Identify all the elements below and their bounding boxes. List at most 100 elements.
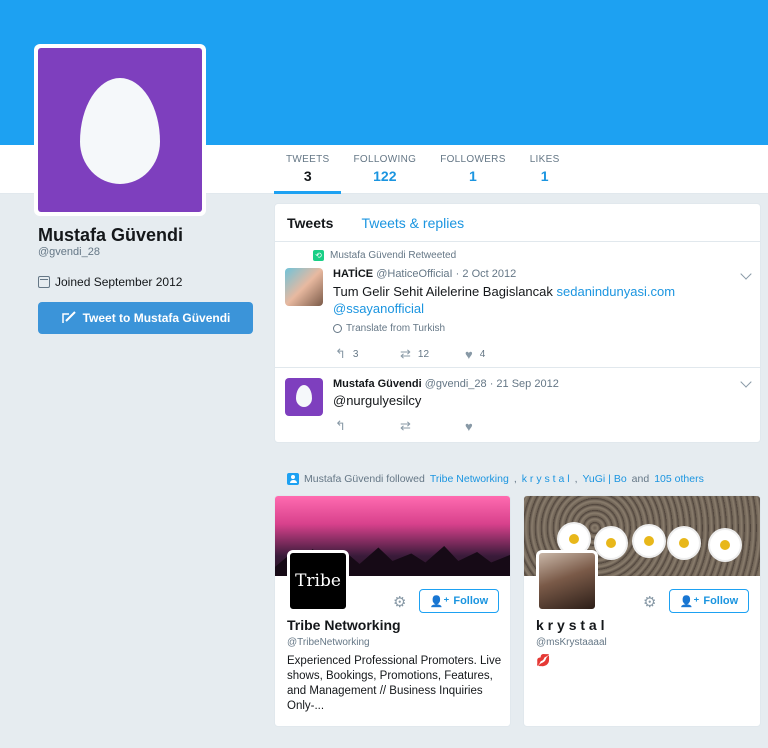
card-name[interactable]: k r y s t a l [536, 617, 604, 633]
joined-text: Joined September 2012 [55, 275, 183, 289]
tweet-link[interactable]: sedanindunyasi.com [557, 284, 676, 299]
tweet-date[interactable]: 2 Oct 2012 [462, 268, 516, 280]
add-user-icon: 👤⁺ [679, 595, 700, 608]
tweet-actions: ↰ 3 ⇄ 12 ♥ 4 [335, 346, 530, 362]
followed-link[interactable]: YuGi | Bo [583, 473, 627, 485]
tweet-author-name[interactable]: HATİCE [333, 268, 373, 280]
follow-label: Follow [703, 595, 739, 607]
retweet-button[interactable]: ⇄ [400, 418, 465, 434]
tab-tweets[interactable]: Tweets [287, 215, 333, 231]
profile-name[interactable]: Mustafa Güvendi [38, 225, 183, 246]
followed-summary: Mustafa Güvendi followed Tribe Networkin… [287, 473, 704, 485]
card-handle[interactable]: @msKrystaaaal [536, 637, 607, 648]
translate-text: Translate from Turkish [346, 323, 446, 334]
followed-link[interactable]: k r y s t a l [522, 473, 570, 485]
tweet-header: Mustafa Güvendi @gvendi_28 · 21 Sep 2012 [333, 378, 559, 390]
stat-value: 3 [303, 168, 312, 184]
add-user-icon: 👤⁺ [429, 595, 450, 608]
reply-icon: ↰ [335, 418, 346, 433]
tweet-author-avatar[interactable] [285, 268, 323, 306]
profile-card[interactable]: Tribe ⚙ 👤⁺ Follow Tribe Networking @Trib… [274, 495, 511, 727]
egg-icon [296, 385, 312, 407]
tweet[interactable]: ⟲ Mustafa Güvendi Retweeted HATİCE @Hati… [275, 242, 760, 368]
follow-label: Follow [453, 595, 489, 607]
tweet-author-name[interactable]: Mustafa Güvendi [333, 378, 422, 390]
chevron-down-icon[interactable] [740, 268, 752, 280]
gear-icon[interactable]: ⚙ [393, 593, 406, 611]
daisy-decoration [634, 526, 664, 556]
tweet-text: @nurgulyesilcy [333, 393, 422, 408]
followed-others-link[interactable]: 105 others [654, 473, 704, 485]
profile-stats: TWEETS 3 FOLLOWING 122 FOLLOWERS 1 LIKES… [274, 145, 572, 194]
stat-tweets[interactable]: TWEETS 3 [274, 145, 342, 194]
chevron-down-icon[interactable] [740, 376, 752, 388]
card-name[interactable]: Tribe Networking [287, 617, 401, 633]
reply-count: 3 [352, 348, 359, 360]
card-avatar[interactable] [536, 550, 598, 612]
retweet-button[interactable]: ⇄ 12 [400, 346, 465, 362]
follow-button[interactable]: 👤⁺ Follow [669, 589, 749, 613]
avatar-logo-text: Tribe [295, 571, 341, 591]
retweet-icon: ⇄ [400, 346, 411, 361]
stat-label: TWEETS [286, 154, 330, 165]
followed-prefix: Mustafa Güvendi followed [304, 473, 425, 485]
tweet-to-label: Tweet to Mustafa Güvendi [82, 311, 231, 325]
stat-likes[interactable]: LIKES 1 [518, 145, 572, 194]
followed-and: and [631, 473, 650, 485]
tweet-text-content: Tum Gelir Sehit Ailelerine Bagislancak [333, 284, 557, 299]
profile-avatar[interactable] [34, 44, 206, 216]
stat-label: FOLLOWERS [440, 154, 506, 165]
like-button[interactable]: ♥ [465, 418, 530, 434]
retweet-context-text: Mustafa Güvendi Retweeted [330, 250, 457, 261]
egg-icon [80, 78, 160, 184]
retweet-count: 12 [417, 348, 430, 360]
reply-icon: ↰ [335, 346, 346, 361]
gear-icon[interactable]: ⚙ [643, 593, 656, 611]
card-handle[interactable]: @TribeNetworking [287, 637, 370, 648]
tweet-date[interactable]: 21 Sep 2012 [496, 378, 558, 390]
stat-following[interactable]: FOLLOWING 122 [341, 145, 428, 194]
compose-icon [61, 311, 76, 323]
tweet-to-button[interactable]: Tweet to Mustafa Güvendi [38, 302, 253, 334]
tweet-author-handle[interactable]: @gvendi_28 [425, 378, 487, 390]
stat-value: 1 [540, 168, 549, 184]
timeline-tabs: Tweets Tweets & replies [275, 204, 760, 242]
like-button[interactable]: ♥ 4 [465, 346, 530, 362]
comma: , [574, 473, 578, 485]
card-avatar[interactable]: Tribe [287, 550, 349, 612]
joined-date: Joined September 2012 [38, 275, 182, 289]
follow-button[interactable]: 👤⁺ Follow [419, 589, 499, 613]
stat-value: 122 [373, 168, 397, 184]
translate-link[interactable]: Translate from Turkish [333, 323, 445, 334]
tweet-text: Tum Gelir Sehit Ailelerine Bagislancak s… [333, 283, 743, 317]
card-bio: Experienced Professional Promoters. Live… [287, 655, 502, 712]
tweet[interactable]: Mustafa Güvendi @gvendi_28 · 21 Sep 2012… [275, 368, 760, 442]
stat-label: LIKES [529, 154, 560, 165]
globe-icon [333, 324, 342, 333]
stat-value: 1 [469, 168, 477, 184]
avatar-background [38, 48, 202, 212]
reply-button[interactable]: ↰ 3 [335, 346, 400, 362]
tweet-actions: ↰ ⇄ ♥ [335, 418, 530, 434]
tweet-separator: · [489, 378, 494, 390]
profile-card[interactable]: ⚙ 👤⁺ Follow k r y s t a l @msKrystaaaal … [523, 495, 761, 727]
daisy-decoration [710, 530, 740, 560]
retweet-icon: ⇄ [400, 418, 411, 433]
stat-label: FOLLOWING [353, 154, 417, 165]
daisy-decoration [596, 528, 626, 558]
tweet-author-avatar[interactable] [285, 378, 323, 416]
heart-icon: ♥ [465, 418, 473, 434]
card-bio: 💋 [536, 655, 551, 667]
comma: , [513, 473, 517, 485]
retweet-icon: ⟲ [313, 250, 324, 261]
calendar-icon [38, 276, 50, 288]
stat-followers[interactable]: FOLLOWERS 1 [428, 145, 518, 194]
reply-button[interactable]: ↰ [335, 418, 400, 434]
tab-tweets-replies[interactable]: Tweets & replies [361, 215, 464, 231]
tweet-mention[interactable]: @ssayanofficial [333, 301, 424, 316]
profile-handle[interactable]: @gvendi_28 [38, 246, 100, 258]
followed-link[interactable]: Tribe Networking [430, 473, 509, 485]
follow-user-icon [287, 473, 299, 485]
tweet-author-handle[interactable]: @HaticeOfficiaI [376, 268, 452, 280]
heart-icon: ♥ [465, 346, 473, 362]
